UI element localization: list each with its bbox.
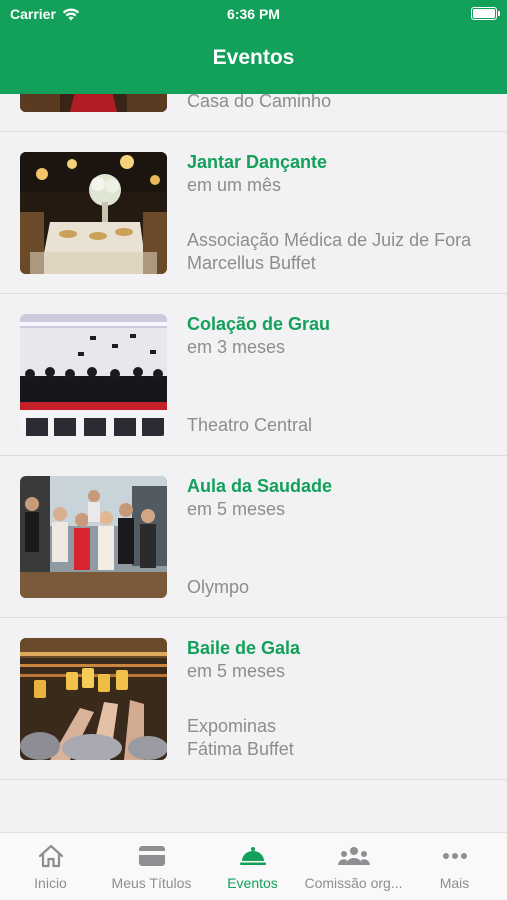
tab-label: Eventos [227, 875, 278, 891]
card-icon [138, 846, 165, 866]
event-venue: Expominas Fátima Buffet [187, 716, 294, 759]
tab-label: Meus Títulos [111, 875, 192, 891]
event-image [20, 638, 167, 760]
event-venue: Olympo [187, 577, 250, 597]
tab-label: Inicio [34, 875, 67, 891]
home-icon [38, 844, 63, 868]
event-title: Jantar Dançante [187, 152, 328, 172]
event-date: em 5 meses [187, 661, 286, 681]
tab-label: Comissão org... [304, 875, 403, 891]
tab-comissao[interactable]: Comissão org... [303, 833, 404, 900]
event-venue: Casa do Caminho [187, 94, 332, 111]
event-venue: Associação Médica de Juiz de Fora Marcel… [187, 230, 472, 273]
event-row[interactable]: Colação de Grau em 3 meses Theatro Centr… [0, 294, 507, 456]
dots-icon [442, 853, 467, 859]
event-date: em 5 meses [187, 499, 286, 519]
event-image [20, 314, 167, 436]
people-icon [337, 847, 370, 865]
cloche-icon [239, 847, 266, 865]
tab-bar: Inicio Meus Títulos Eventos Comissão org… [0, 832, 507, 900]
event-title: Colação de Grau [187, 314, 331, 334]
event-title: Aula da Saudade [187, 476, 333, 496]
event-row[interactable]: Casa do Caminho [0, 94, 507, 132]
event-image [20, 476, 167, 598]
event-title: Baile de Gala [187, 638, 301, 658]
event-date: em 3 meses [187, 337, 286, 357]
battery-icon [471, 7, 500, 20]
tab-label: Mais [439, 875, 470, 891]
page-title: Eventos [212, 46, 295, 69]
event-date: em um mês [187, 175, 282, 195]
status-bar: Carrier 6:36 PM [0, 0, 507, 30]
tab-meus-titulos[interactable]: Meus Títulos [101, 833, 202, 900]
event-image [20, 152, 167, 274]
tab-mais[interactable]: Mais [404, 833, 505, 900]
event-image [20, 94, 167, 112]
nav-header: Carrier 6:36 PM Eventos [0, 0, 507, 94]
tab-inicio[interactable]: Inicio [0, 833, 101, 900]
event-venue: Theatro Central [187, 415, 313, 435]
event-row[interactable]: Baile de Gala em 5 meses Expominas Fátim… [0, 618, 507, 780]
event-list[interactable]: Casa do Caminho Jantar Dançante em um mê… [0, 94, 507, 832]
clock: 6:36 PM [227, 6, 280, 22]
tab-eventos[interactable]: Eventos [202, 833, 303, 900]
event-row[interactable]: Aula da Saudade em 5 meses Olympo [0, 456, 507, 618]
event-row[interactable]: Jantar Dançante em um mês Associação Méd… [0, 132, 507, 294]
